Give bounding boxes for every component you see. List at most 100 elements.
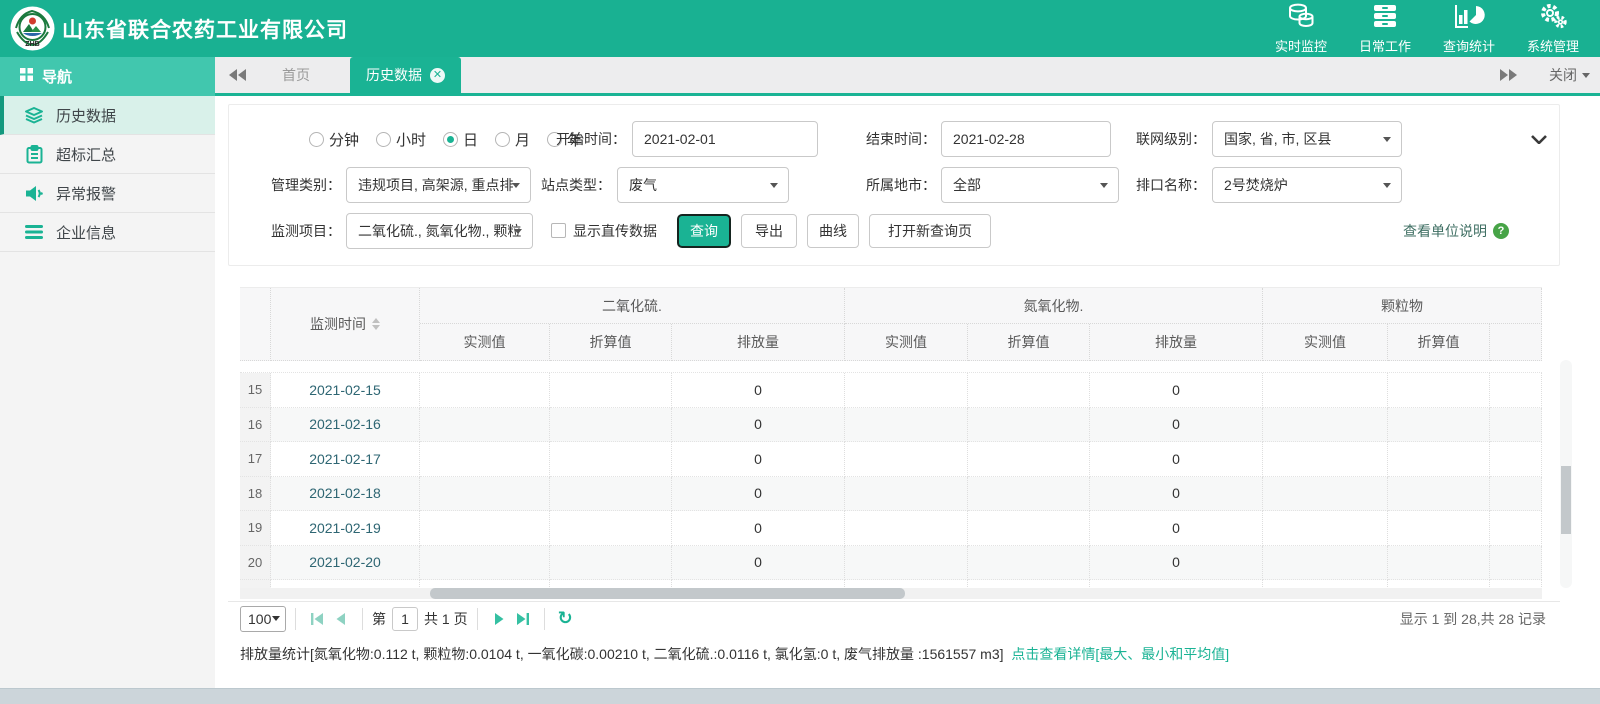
value-cell	[420, 408, 550, 443]
period-radio-小时[interactable]: 小时	[376, 129, 426, 150]
open-new-query-button[interactable]: 打开新查询页	[869, 214, 991, 248]
sidebar-item-exceed-summary[interactable]: 超标汇总	[0, 135, 215, 174]
radio-icon[interactable]	[495, 132, 510, 147]
horizontal-scrollbar-thumb[interactable]	[430, 588, 905, 599]
sidebar-item-abnormal-alarm[interactable]: 异常报警	[0, 174, 215, 213]
archive-icon	[1371, 3, 1399, 34]
row-number-cell: 20	[240, 546, 271, 581]
sub-header: 实测值	[420, 324, 550, 361]
partial-row-top	[240, 361, 1542, 373]
outlet-name-select[interactable]: 2号焚烧炉	[1212, 167, 1402, 203]
logo-text: ZHB	[25, 41, 39, 48]
direct-data-checkbox[interactable]	[551, 223, 566, 238]
outlet-name-label: 排口名称：	[1124, 167, 1206, 203]
nav-query-stats[interactable]: 查询统计	[1440, 3, 1498, 55]
end-time-input[interactable]: 2021-02-28	[941, 121, 1111, 157]
tabs-scroll-right-icon[interactable]	[1486, 69, 1531, 81]
time-column-header[interactable]: 监测时间	[271, 288, 420, 361]
nav-realtime-monitor[interactable]: 实时监控	[1272, 3, 1330, 55]
sidebar-item-history-data[interactable]: 历史数据	[0, 96, 215, 135]
export-button[interactable]: 导出	[741, 214, 797, 248]
nav-system-admin[interactable]: 系统管理	[1524, 3, 1582, 55]
table-row: 202021-02-2000	[240, 546, 1542, 581]
view-detail-link[interactable]: 点击查看详情[最大、最小和平均值]	[1011, 646, 1229, 662]
page: ZHB 山东省联合农药工业有限公司 实时监控	[0, 0, 1600, 704]
sub-header: 折算值	[1388, 324, 1490, 361]
start-time-input[interactable]: 2021-02-01	[632, 121, 818, 157]
tab-history-data[interactable]: 历史数据 ✕	[350, 57, 461, 93]
value-cell	[550, 511, 672, 546]
tabs-scroll-left-icon[interactable]	[215, 57, 260, 93]
sidebar-item-label: 历史数据	[56, 105, 116, 126]
date-cell: 2021-02-16	[271, 408, 420, 443]
nav-daily-work[interactable]: 日常工作	[1356, 3, 1414, 55]
page-number-input[interactable]: 1	[392, 607, 418, 631]
refresh-icon[interactable]: ↻	[558, 608, 573, 629]
unit-help-link[interactable]: 查看单位说明 ?	[1403, 213, 1509, 249]
radio-icon[interactable]	[443, 132, 458, 147]
last-page-icon[interactable]	[511, 607, 535, 631]
question-circle-icon: ?	[1493, 223, 1509, 239]
first-page-icon[interactable]	[305, 607, 329, 631]
value-cell	[1388, 477, 1490, 512]
unit-help-label: 查看单位说明	[1403, 221, 1487, 241]
table-row: 192021-02-1900	[240, 511, 1542, 546]
radio-icon[interactable]	[309, 132, 324, 147]
value-cell: 0	[1090, 408, 1263, 443]
radio-label: 月	[515, 129, 530, 150]
value-cell	[968, 408, 1090, 443]
sidebar: 导航 历史数据 超标汇总	[0, 57, 215, 688]
chevron-down-icon	[514, 229, 522, 234]
value-cell: 0	[1090, 546, 1263, 581]
city-select[interactable]: 全部	[941, 167, 1119, 203]
city-value: 全部	[953, 177, 981, 193]
close-tabs-menu[interactable]: 关闭	[1549, 65, 1590, 85]
collapse-filter-chevron-icon[interactable]	[1531, 131, 1547, 149]
network-level-select[interactable]: 国家, 省, 市, 区县	[1212, 121, 1402, 157]
period-radio-分钟[interactable]: 分钟	[309, 129, 359, 150]
curve-button[interactable]: 曲线	[807, 214, 859, 248]
prev-page-icon[interactable]	[329, 607, 353, 631]
value-cell	[550, 477, 672, 512]
query-button[interactable]: 查询	[677, 214, 731, 248]
value-cell	[1263, 373, 1388, 408]
value-cell	[1263, 442, 1388, 477]
sub-header: 实测值	[1263, 324, 1388, 361]
value-cell	[1490, 408, 1542, 443]
period-radio-group: 分钟小时日月年	[309, 121, 582, 157]
grid-icon	[20, 68, 33, 85]
tab-active-label: 历史数据	[366, 65, 422, 85]
header-nav: 实时监控 日常工作	[1272, 0, 1582, 57]
page-size-select[interactable]: 100	[240, 606, 286, 632]
monitor-items-select[interactable]: 二氧化硫., 氮氧化物., 颗粒	[346, 213, 533, 249]
value-cell	[1263, 546, 1388, 581]
value-cell	[1263, 408, 1388, 443]
station-type-label: 站点类型：	[529, 167, 611, 203]
value-cell	[1490, 477, 1542, 512]
radio-icon[interactable]	[376, 132, 391, 147]
filter-panel: 分钟小时日月年 开始时间： 2021-02-01 结束时间： 2021-02-2…	[228, 104, 1560, 266]
next-page-icon[interactable]	[487, 607, 511, 631]
tab-close-icon[interactable]: ✕	[430, 68, 445, 83]
value-cell	[845, 546, 968, 581]
value-cell	[550, 442, 672, 477]
network-level-value: 国家, 省, 市, 区县	[1224, 131, 1331, 147]
vertical-scrollbar[interactable]	[1560, 360, 1572, 588]
vertical-scrollbar-thumb[interactable]	[1561, 466, 1571, 534]
value-cell	[968, 442, 1090, 477]
radio-label: 日	[463, 129, 478, 150]
nav-label: 系统管理	[1527, 36, 1579, 55]
sidebar-item-enterprise-info[interactable]: 企业信息	[0, 213, 215, 252]
station-type-select[interactable]: 废气	[617, 167, 789, 203]
nav-label: 实时监控	[1275, 36, 1327, 55]
horizontal-scrollbar[interactable]	[240, 588, 1542, 599]
manage-category-select[interactable]: 违规项目, 高架源, 重点排	[346, 167, 531, 203]
chevron-down-icon	[272, 616, 280, 621]
tab-home[interactable]: 首页	[260, 57, 332, 93]
period-radio-月[interactable]: 月	[495, 129, 530, 150]
sub-header: 折算值	[550, 324, 672, 361]
nav-label: 查询统计	[1443, 36, 1495, 55]
period-radio-日[interactable]: 日	[443, 129, 478, 150]
sort-icon	[372, 318, 380, 330]
company-title: 山东省联合农药工业有限公司	[62, 14, 348, 44]
